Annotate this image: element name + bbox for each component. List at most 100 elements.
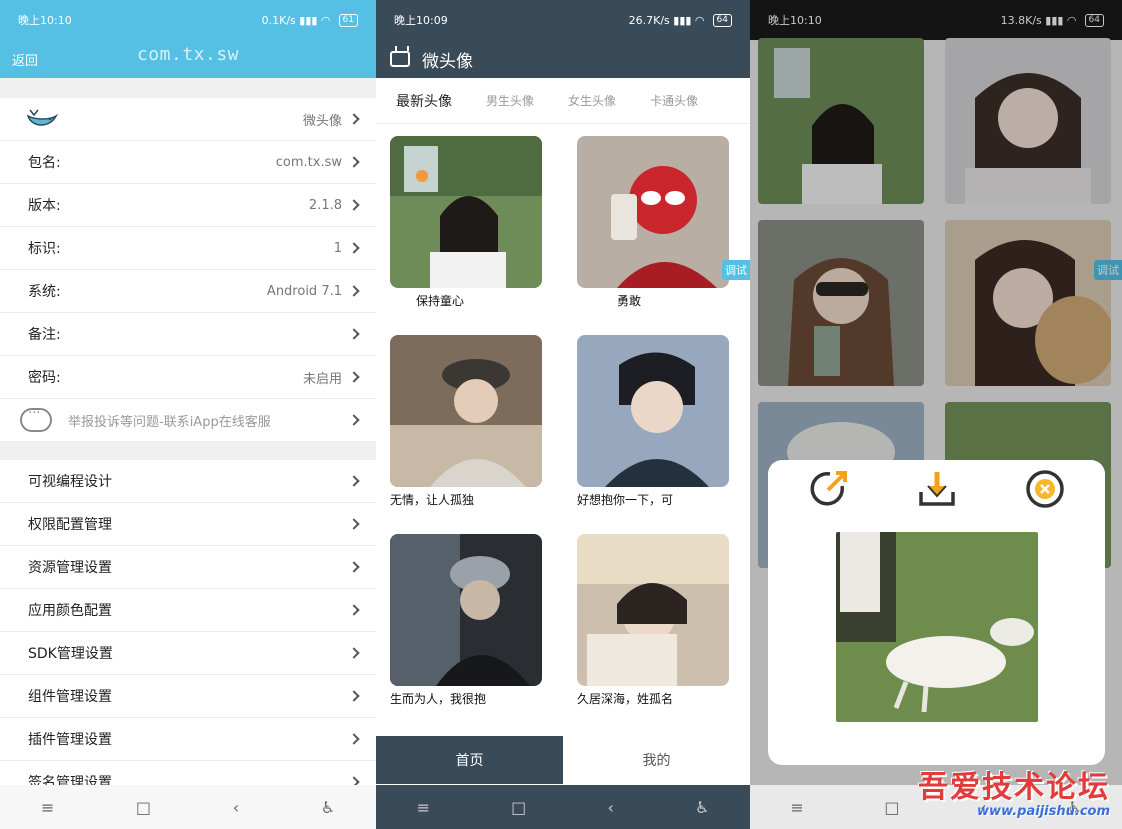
home-icon[interactable]: □ [511,798,526,817]
chevron-right-icon [348,518,360,530]
system-nav-bar: ≡ □ ‹ ♿ [0,785,376,829]
password-value: 未启用 [302,371,342,387]
package-row[interactable]: 包名: com.tx.sw [0,141,376,184]
settings-item[interactable]: 资源管理设置 [0,546,376,589]
image-action-dialog [768,460,1105,765]
chevron-right-icon [348,690,360,702]
note-row[interactable]: 备注: [0,313,376,356]
avatar-image[interactable] [577,136,729,288]
status-bar: 晚上10:09 26.7K/s ▮▮▮ ◠ 64 [376,0,750,40]
package-label: 包名: [28,155,61,171]
version-row[interactable]: 版本: 2.1.8 [0,184,376,227]
menu-icon[interactable]: ≡ [41,798,54,817]
status-time: 晚上10:09 [394,14,448,27]
app-name-value: 微头像 [302,113,342,129]
avatar-image[interactable] [390,335,542,487]
screenshot-collage: 晚上10:10 0.1K/s ▮▮▮ ◠ 61 返回 com.tx.sw 微头像… [0,0,1122,829]
chevron-right-icon [348,328,360,340]
back-icon[interactable]: ‹ [233,798,239,817]
preview-image [836,532,1038,722]
page-title: 微头像 [422,51,473,72]
package-value: com.tx.sw [275,154,342,170]
settings-item[interactable]: SDK管理设置 [0,632,376,675]
title-bar: 微头像 [376,40,750,78]
avatar-caption: 无情，让人孤独 [390,493,475,507]
identifier-value: 1 [333,240,342,256]
chevron-right-icon [348,285,360,297]
avatar-card[interactable]: 生而为人，我很抱 [390,534,542,707]
forum-watermark: 吾爱技术论坛 www.paijishu.com [918,762,1110,819]
chevron-right-icon [348,414,360,426]
download-icon[interactable] [916,468,958,510]
whale-app-icon [26,109,58,126]
page-title: com.tx.sw [136,44,240,65]
avatar-card[interactable]: 无情，让人孤独 [390,335,542,508]
system-row[interactable]: 系统: Android 7.1 [0,270,376,313]
network-speed: 26.7K/s ▮▮▮ ◠ [628,13,705,27]
version-value: 2.1.8 [308,197,342,213]
title-bar: 返回 com.tx.sw [0,40,376,78]
tv-icon [390,46,410,67]
settings-item[interactable]: 插件管理设置 [0,718,376,761]
menu-icon[interactable]: ≡ [417,798,430,817]
chevron-right-icon [348,156,360,168]
app-info-screen: 晚上10:10 0.1K/s ▮▮▮ ◠ 61 返回 com.tx.sw 微头像… [0,0,376,829]
tab-cartoon[interactable]: 卡通头像 [650,92,698,109]
report-row[interactable]: 举报投诉等问题-联系iApp在线客服 [0,399,376,442]
status-time: 晚上10:10 [18,14,72,27]
chevron-right-icon [348,113,360,125]
back-icon[interactable]: ‹ [607,798,613,817]
identifier-label: 标识: [28,241,61,257]
app-name-row[interactable]: 微头像 [0,98,376,141]
accessibility-icon[interactable]: ♿ [695,798,709,817]
report-label: 举报投诉等问题-联系iApp在线客服 [68,414,271,430]
watermark-title: 吾爱技术论坛 [918,770,1110,805]
password-row[interactable]: 密码: 未启用 [0,356,376,399]
chevron-right-icon [348,475,360,487]
avatar-card[interactable]: 保持童心 [390,136,542,309]
home-icon[interactable]: □ [884,798,899,817]
tab-home[interactable]: 首页 [376,736,563,784]
avatar-card[interactable]: 久居深海，姓孤名 [577,534,729,707]
status-bar: 晚上10:10 0.1K/s ▮▮▮ ◠ 61 [0,0,376,40]
system-label: 系统: [28,284,61,300]
tab-female[interactable]: 女生头像 [568,92,616,109]
chevron-right-icon [348,733,360,745]
avatar-caption: 久居深海，姓孤名 [577,692,674,706]
settings-item[interactable]: 权限配置管理 [0,503,376,546]
close-icon[interactable] [1024,468,1066,510]
identifier-row[interactable]: 标识: 1 [0,227,376,270]
avatar-card[interactable]: 勇敢 [577,136,729,309]
menu-icon[interactable]: ≡ [790,798,803,817]
avatar-image[interactable] [390,136,542,288]
password-label: 密码: [28,370,61,386]
settings-item[interactable]: 组件管理设置 [0,675,376,718]
network-speed: 0.1K/s ▮▮▮ ◠ [261,13,331,27]
chevron-right-icon [348,371,360,383]
avatar-image[interactable] [577,534,729,686]
system-nav-bar: ≡ □ ‹ ♿ [376,785,750,829]
system-value: Android 7.1 [266,283,342,299]
settings-item[interactable]: 可视编程设计 [0,460,376,503]
battery-icon: 64 [712,13,732,27]
tab-latest[interactable]: 最新头像 [396,91,452,111]
home-icon[interactable]: □ [136,798,151,817]
settings-item[interactable]: 应用颜色配置 [0,589,376,632]
share-icon[interactable] [808,468,850,510]
note-label: 备注: [28,327,61,343]
chat-bubble-icon [20,406,52,432]
tab-male[interactable]: 男生头像 [486,92,534,109]
avatar-caption: 生而为人，我很抱 [390,692,487,706]
app-info-list: 微头像 包名: com.tx.sw 版本: 2.1.8 标识: 1 系统: An… [0,98,376,442]
version-label: 版本: [28,198,61,214]
avatar-home-screen: 晚上10:09 26.7K/s ▮▮▮ ◠ 64 微头像 最新头像 男生头像 女… [376,0,750,829]
avatar-image[interactable] [390,534,542,686]
avatar-image[interactable] [577,335,729,487]
debug-tag[interactable]: 调试 [722,260,750,280]
accessibility-icon[interactable]: ♿ [321,798,335,817]
chevron-right-icon [348,242,360,254]
settings-list: 可视编程设计 权限配置管理 资源管理设置 应用颜色配置 SDK管理设置 组件管理… [0,460,376,804]
chevron-right-icon [348,199,360,211]
tab-mine[interactable]: 我的 [563,736,750,784]
avatar-card[interactable]: 好想抱你一下，可 [577,335,729,508]
